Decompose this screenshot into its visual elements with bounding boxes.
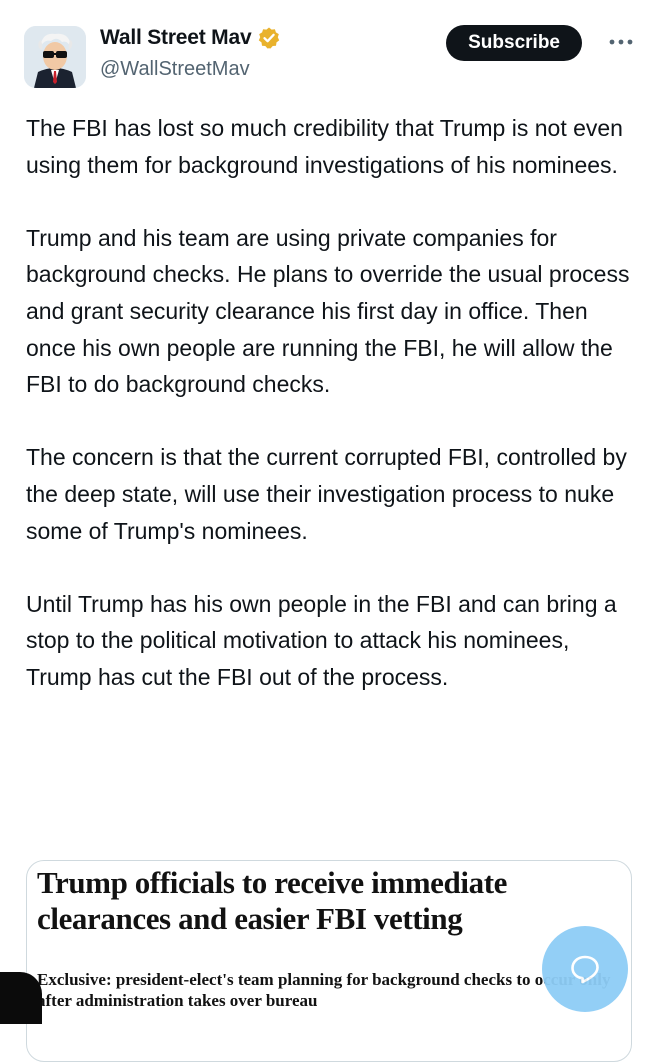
subscribe-button[interactable]: Subscribe	[446, 25, 582, 61]
bottom-left-overlay	[0, 972, 42, 1024]
tweet-header: Wall Street Mav @WallStreetMav Subscribe	[24, 22, 640, 88]
reply-bubble-icon	[571, 955, 599, 984]
more-horizontal-icon[interactable]	[608, 32, 634, 52]
verified-badge-icon	[259, 27, 280, 49]
tweet-paragraph: The concern is that the current corrupte…	[26, 444, 627, 544]
article-headline: Trump officials to receive immediate cle…	[37, 865, 507, 936]
article-card[interactable]: Trump officials to receive immediate cle…	[26, 860, 632, 1062]
tweet-paragraph: Until Trump has his own people in the FB…	[26, 590, 617, 690]
avatar-image	[24, 26, 86, 88]
author-display-name[interactable]: Wall Street Mav	[100, 26, 252, 50]
article-subheadline: Exclusive: president-elect's team planni…	[37, 970, 611, 1010]
tweet-paragraph: Trump and his team are using private com…	[26, 224, 630, 398]
reply-fab-button[interactable]	[542, 926, 628, 1012]
tweet-paragraph: The FBI has lost so much credibility tha…	[26, 115, 623, 178]
author-name-row[interactable]: Wall Street Mav	[100, 26, 281, 50]
avatar[interactable]	[24, 26, 86, 88]
author-handle[interactable]: @WallStreetMav	[100, 58, 250, 81]
tweet-text: The FBI has lost so much credibility tha…	[26, 110, 638, 732]
